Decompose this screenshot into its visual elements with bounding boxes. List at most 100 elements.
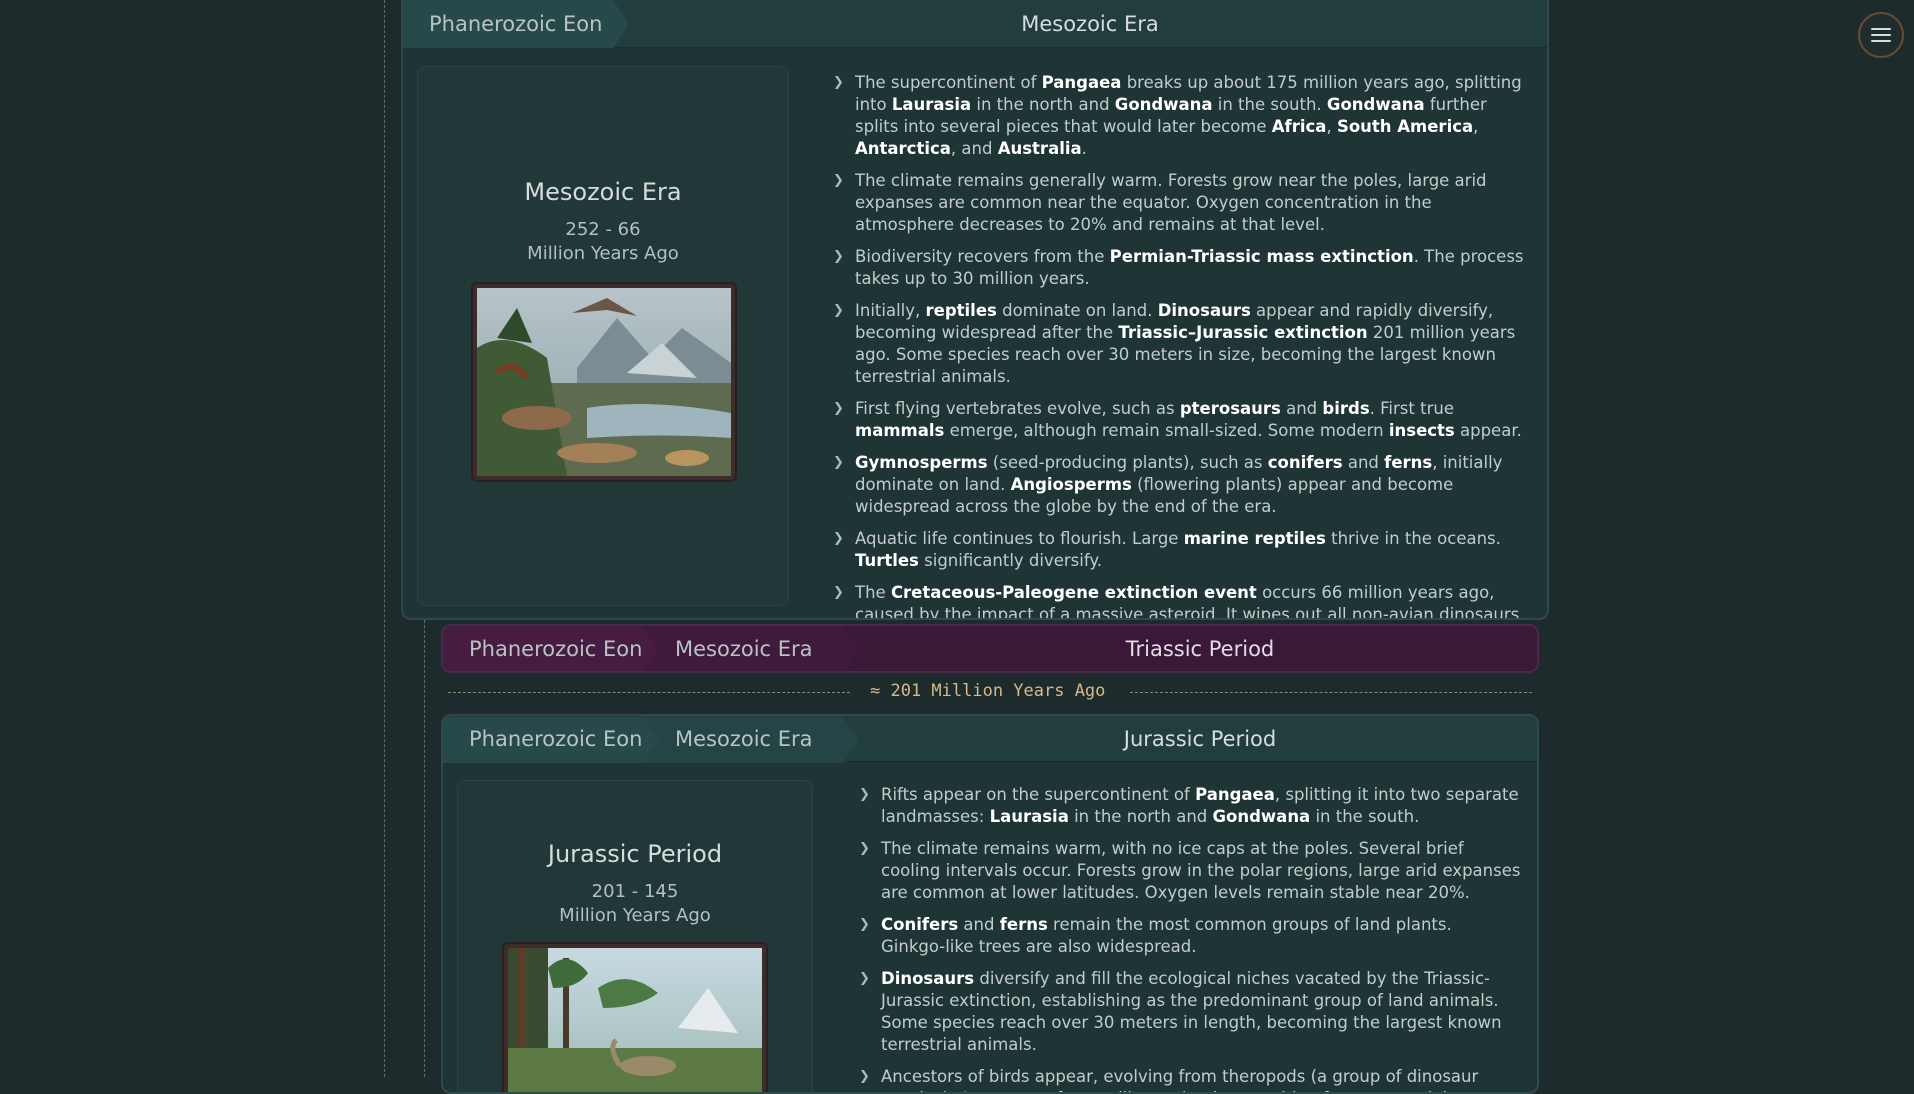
breadcrumb-eon[interactable]: Phanerozoic Eon xyxy=(443,716,642,762)
era-title: Mesozoic Era xyxy=(417,178,789,206)
fact-text: The supercontinent of xyxy=(855,73,1042,92)
mesozoic-header: Phanerozoic Eon Mesozoic Era xyxy=(403,0,1547,48)
hamburger-menu-icon xyxy=(1871,24,1891,46)
card-title: Jurassic Period xyxy=(863,716,1537,762)
highlighted-term: pterosaurs xyxy=(1180,399,1281,418)
menu-button[interactable] xyxy=(1858,12,1904,58)
era-time-range: 252 - 66 xyxy=(417,218,789,242)
separator-dash-right xyxy=(1130,692,1532,693)
highlighted-term: Pangaea xyxy=(1195,785,1275,804)
mesozoic-facts-list: ❯The supercontinent of Pangaea breaks up… xyxy=(833,72,1535,620)
chevron-right-icon: ❯ xyxy=(859,1066,870,1088)
chevron-right-icon: ❯ xyxy=(859,968,870,990)
fact-item: ❯The climate remains warm, with no ice c… xyxy=(859,838,1521,904)
jurassic-header: Phanerozoic Eon Mesozoic Era Jurassic Pe… xyxy=(443,716,1537,762)
fact-text: dominate on land. xyxy=(997,301,1158,320)
fact-item: ❯Aquatic life continues to flourish. Lar… xyxy=(833,528,1535,572)
fact-text: . First true xyxy=(1370,399,1454,418)
fact-text: Ancestors of birds appear, evolving from… xyxy=(881,1067,1478,1094)
breadcrumb-era[interactable]: Mesozoic Era xyxy=(649,716,813,762)
chevron-right-icon: ❯ xyxy=(833,170,844,192)
chevron-right-icon: ❯ xyxy=(833,72,844,94)
breadcrumb-era[interactable]: Mesozoic Era xyxy=(649,626,813,672)
period-summary-panel: Jurassic Period 201 - 145 Million Years … xyxy=(457,780,813,1094)
highlighted-term: insects xyxy=(1389,421,1455,440)
timeline-guide-line-inner xyxy=(424,620,425,1077)
highlighted-term: ferns xyxy=(1000,915,1048,934)
highlighted-term: Laurasia xyxy=(892,95,971,114)
fact-text: The climate remains warm, with no ice ca… xyxy=(881,839,1520,902)
time-boundary-label: ≈ 201 Million Years Ago xyxy=(870,681,1105,701)
fact-text: , and xyxy=(951,139,998,158)
fact-text: appear. xyxy=(1455,421,1522,440)
fact-text: in the south. xyxy=(1310,807,1419,826)
era-summary-panel: Mesozoic Era 252 - 66 Million Years Ago xyxy=(417,66,789,606)
timeline-guide-line xyxy=(384,0,385,1077)
triassic-period-card[interactable]: Phanerozoic Eon Mesozoic Era Triassic Pe… xyxy=(441,624,1539,673)
highlighted-term: Laurasia xyxy=(990,807,1069,826)
highlighted-term: Angiosperms xyxy=(1011,475,1132,494)
chevron-right-icon: ❯ xyxy=(833,582,844,604)
jurassic-illustration[interactable] xyxy=(504,944,766,1094)
highlighted-term: ferns xyxy=(1384,453,1432,472)
fact-text: First flying vertebrates evolve, such as xyxy=(855,399,1180,418)
jurassic-period-card: Phanerozoic Eon Mesozoic Era Jurassic Pe… xyxy=(441,714,1539,1094)
highlighted-term: birds xyxy=(1322,399,1369,418)
fact-text: Initially, xyxy=(855,301,926,320)
fact-text: diversify and fill the ecological niches… xyxy=(881,969,1502,1054)
highlighted-term: Pangaea xyxy=(1042,73,1122,92)
fact-item: ❯ Rifts appear on the supercontinent of P… xyxy=(859,784,1521,828)
highlighted-term: Australia xyxy=(998,139,1082,158)
highlighted-term: Turtles xyxy=(855,551,919,570)
period-time-unit: Million Years Ago xyxy=(457,904,813,928)
highlighted-term: Dinosaurs xyxy=(1158,301,1251,320)
fact-item: ❯Conifers and ferns remain the most comm… xyxy=(859,914,1521,958)
fact-text: . xyxy=(1082,139,1087,158)
mesozoic-illustration[interactable] xyxy=(473,284,735,480)
highlighted-term: Gymnosperms xyxy=(855,453,988,472)
era-time-unit: Million Years Ago xyxy=(417,242,789,266)
period-title: Jurassic Period xyxy=(457,840,813,868)
fact-item: ❯ Dinosaurs diversify and fill the ecolog… xyxy=(859,968,1521,1056)
fact-item: ❯The supercontinent of Pangaea breaks up… xyxy=(833,72,1535,160)
highlighted-term: Cretaceous-Paleogene extinction event xyxy=(891,583,1257,602)
chevron-right-icon: ❯ xyxy=(833,300,844,322)
fact-item: ❯ Ancestors of birds appear, evolving fro… xyxy=(859,1066,1521,1094)
chevron-right-icon: ❯ xyxy=(833,398,844,420)
breadcrumb-eon[interactable]: Phanerozoic Eon xyxy=(443,626,642,672)
highlighted-term: conifers xyxy=(1268,453,1343,472)
fact-text: and xyxy=(1281,399,1323,418)
breadcrumb-eon[interactable]: Phanerozoic Eon xyxy=(403,0,602,48)
fact-text: significantly diversify. xyxy=(919,551,1102,570)
chevron-right-icon: ❯ xyxy=(833,452,844,474)
highlighted-term: South America xyxy=(1337,117,1473,136)
fact-text: Biodiversity recovers from the xyxy=(855,247,1110,266)
highlighted-term: Gondwana xyxy=(1213,807,1311,826)
fact-item: ❯ Initially, reptiles dominate on land. D… xyxy=(833,300,1535,388)
fact-text: Aquatic life continues to flourish. Larg… xyxy=(855,529,1184,548)
fact-text: in the north and xyxy=(1069,807,1213,826)
fact-text: (seed-producing plants), such as xyxy=(988,453,1268,472)
fact-text: , xyxy=(1326,117,1337,136)
fact-text: thrive in the oceans. xyxy=(1326,529,1501,548)
fact-text: in the south. xyxy=(1213,95,1327,114)
highlighted-term: mammals xyxy=(855,421,944,440)
mesozoic-era-card: Phanerozoic Eon Mesozoic Era Mesozoic Er… xyxy=(401,0,1549,620)
highlighted-term: Triassic–Jurassic extinction xyxy=(1118,323,1367,342)
fact-item: ❯ First flying vertebrates evolve, such a… xyxy=(833,398,1535,442)
card-title: Mesozoic Era xyxy=(633,0,1547,48)
triassic-header[interactable]: Phanerozoic Eon Mesozoic Era Triassic Pe… xyxy=(443,626,1537,671)
chevron-right-icon: ❯ xyxy=(859,784,870,806)
fact-text: , xyxy=(1473,117,1478,136)
fact-text: Rifts appear on the supercontinent of xyxy=(881,785,1195,804)
fact-text: emerge, although remain small-sized. Som… xyxy=(944,421,1389,440)
fact-item: ❯The Cretaceous-Paleogene extinction eve… xyxy=(833,582,1535,620)
chevron-right-icon: ❯ xyxy=(859,914,870,936)
highlighted-term: Dinosaurs xyxy=(881,969,974,988)
time-boundary-separator: ≈ 201 Million Years Ago xyxy=(448,681,1532,705)
highlighted-term: reptiles xyxy=(926,301,997,320)
fact-text: The climate remains generally warm. Fore… xyxy=(855,171,1487,234)
separator-dash-left xyxy=(448,692,850,693)
highlighted-term: Permian-Triassic mass extinction xyxy=(1110,247,1414,266)
highlighted-term: Gondwana xyxy=(1115,95,1213,114)
